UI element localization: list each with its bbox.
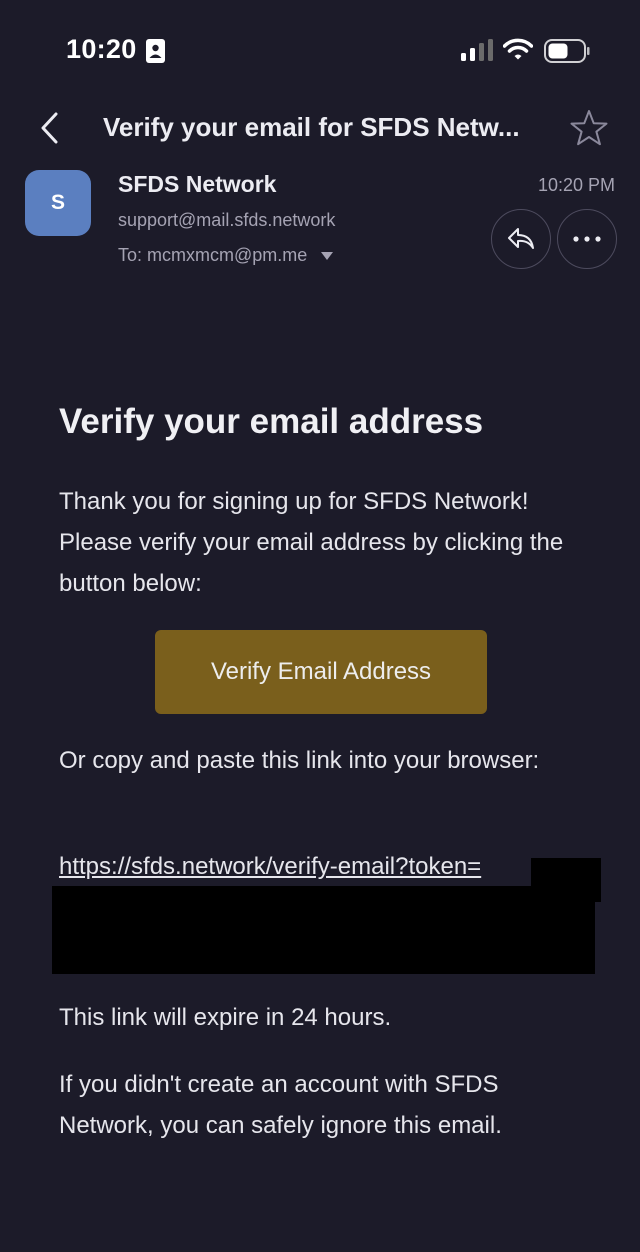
sender-email: support@mail.sfds.network bbox=[118, 210, 336, 230]
message-time: 10:20 PM bbox=[537, 175, 615, 195]
status-time: 10:20 bbox=[66, 34, 137, 64]
star-icon[interactable] bbox=[569, 108, 609, 148]
recipient-toggle[interactable]: To: mcmxmcm@pm.me bbox=[118, 245, 334, 266]
id-card-icon bbox=[146, 39, 165, 63]
email-view: 10:20 Verify your email for SFDS Netw...… bbox=[0, 0, 640, 1252]
verify-email-button[interactable]: Verify Email Address bbox=[155, 630, 487, 714]
back-chevron-icon[interactable] bbox=[36, 110, 66, 146]
chevron-down-icon bbox=[321, 251, 334, 260]
expiry-note: This link will expire in 24 hours. bbox=[59, 1004, 392, 1031]
more-icon bbox=[573, 236, 601, 242]
cellular-signal-icon bbox=[461, 39, 493, 61]
reply-button[interactable] bbox=[491, 209, 551, 269]
battery-icon bbox=[544, 39, 590, 63]
wifi-icon bbox=[503, 38, 533, 60]
redaction-block bbox=[52, 886, 595, 974]
reply-icon bbox=[508, 228, 534, 249]
recipient-text: To: mcmxmcm@pm.me bbox=[118, 245, 308, 265]
more-button[interactable] bbox=[557, 209, 617, 269]
sender-name: SFDS Network bbox=[118, 171, 277, 197]
copy-link-instructions: Or copy and paste this link into your br… bbox=[59, 747, 540, 774]
message-heading: Verify your email address bbox=[59, 402, 484, 441]
verification-link[interactable]: https://sfds.network/verify-email?token= bbox=[59, 853, 481, 881]
avatar: S bbox=[25, 170, 91, 236]
ignore-note: If you didn't create an account with SFD… bbox=[59, 1071, 502, 1139]
intro-paragraph: Thank you for signing up for SFDS Networ… bbox=[59, 488, 564, 597]
email-subject: Verify your email for SFDS Netw... bbox=[103, 112, 520, 142]
